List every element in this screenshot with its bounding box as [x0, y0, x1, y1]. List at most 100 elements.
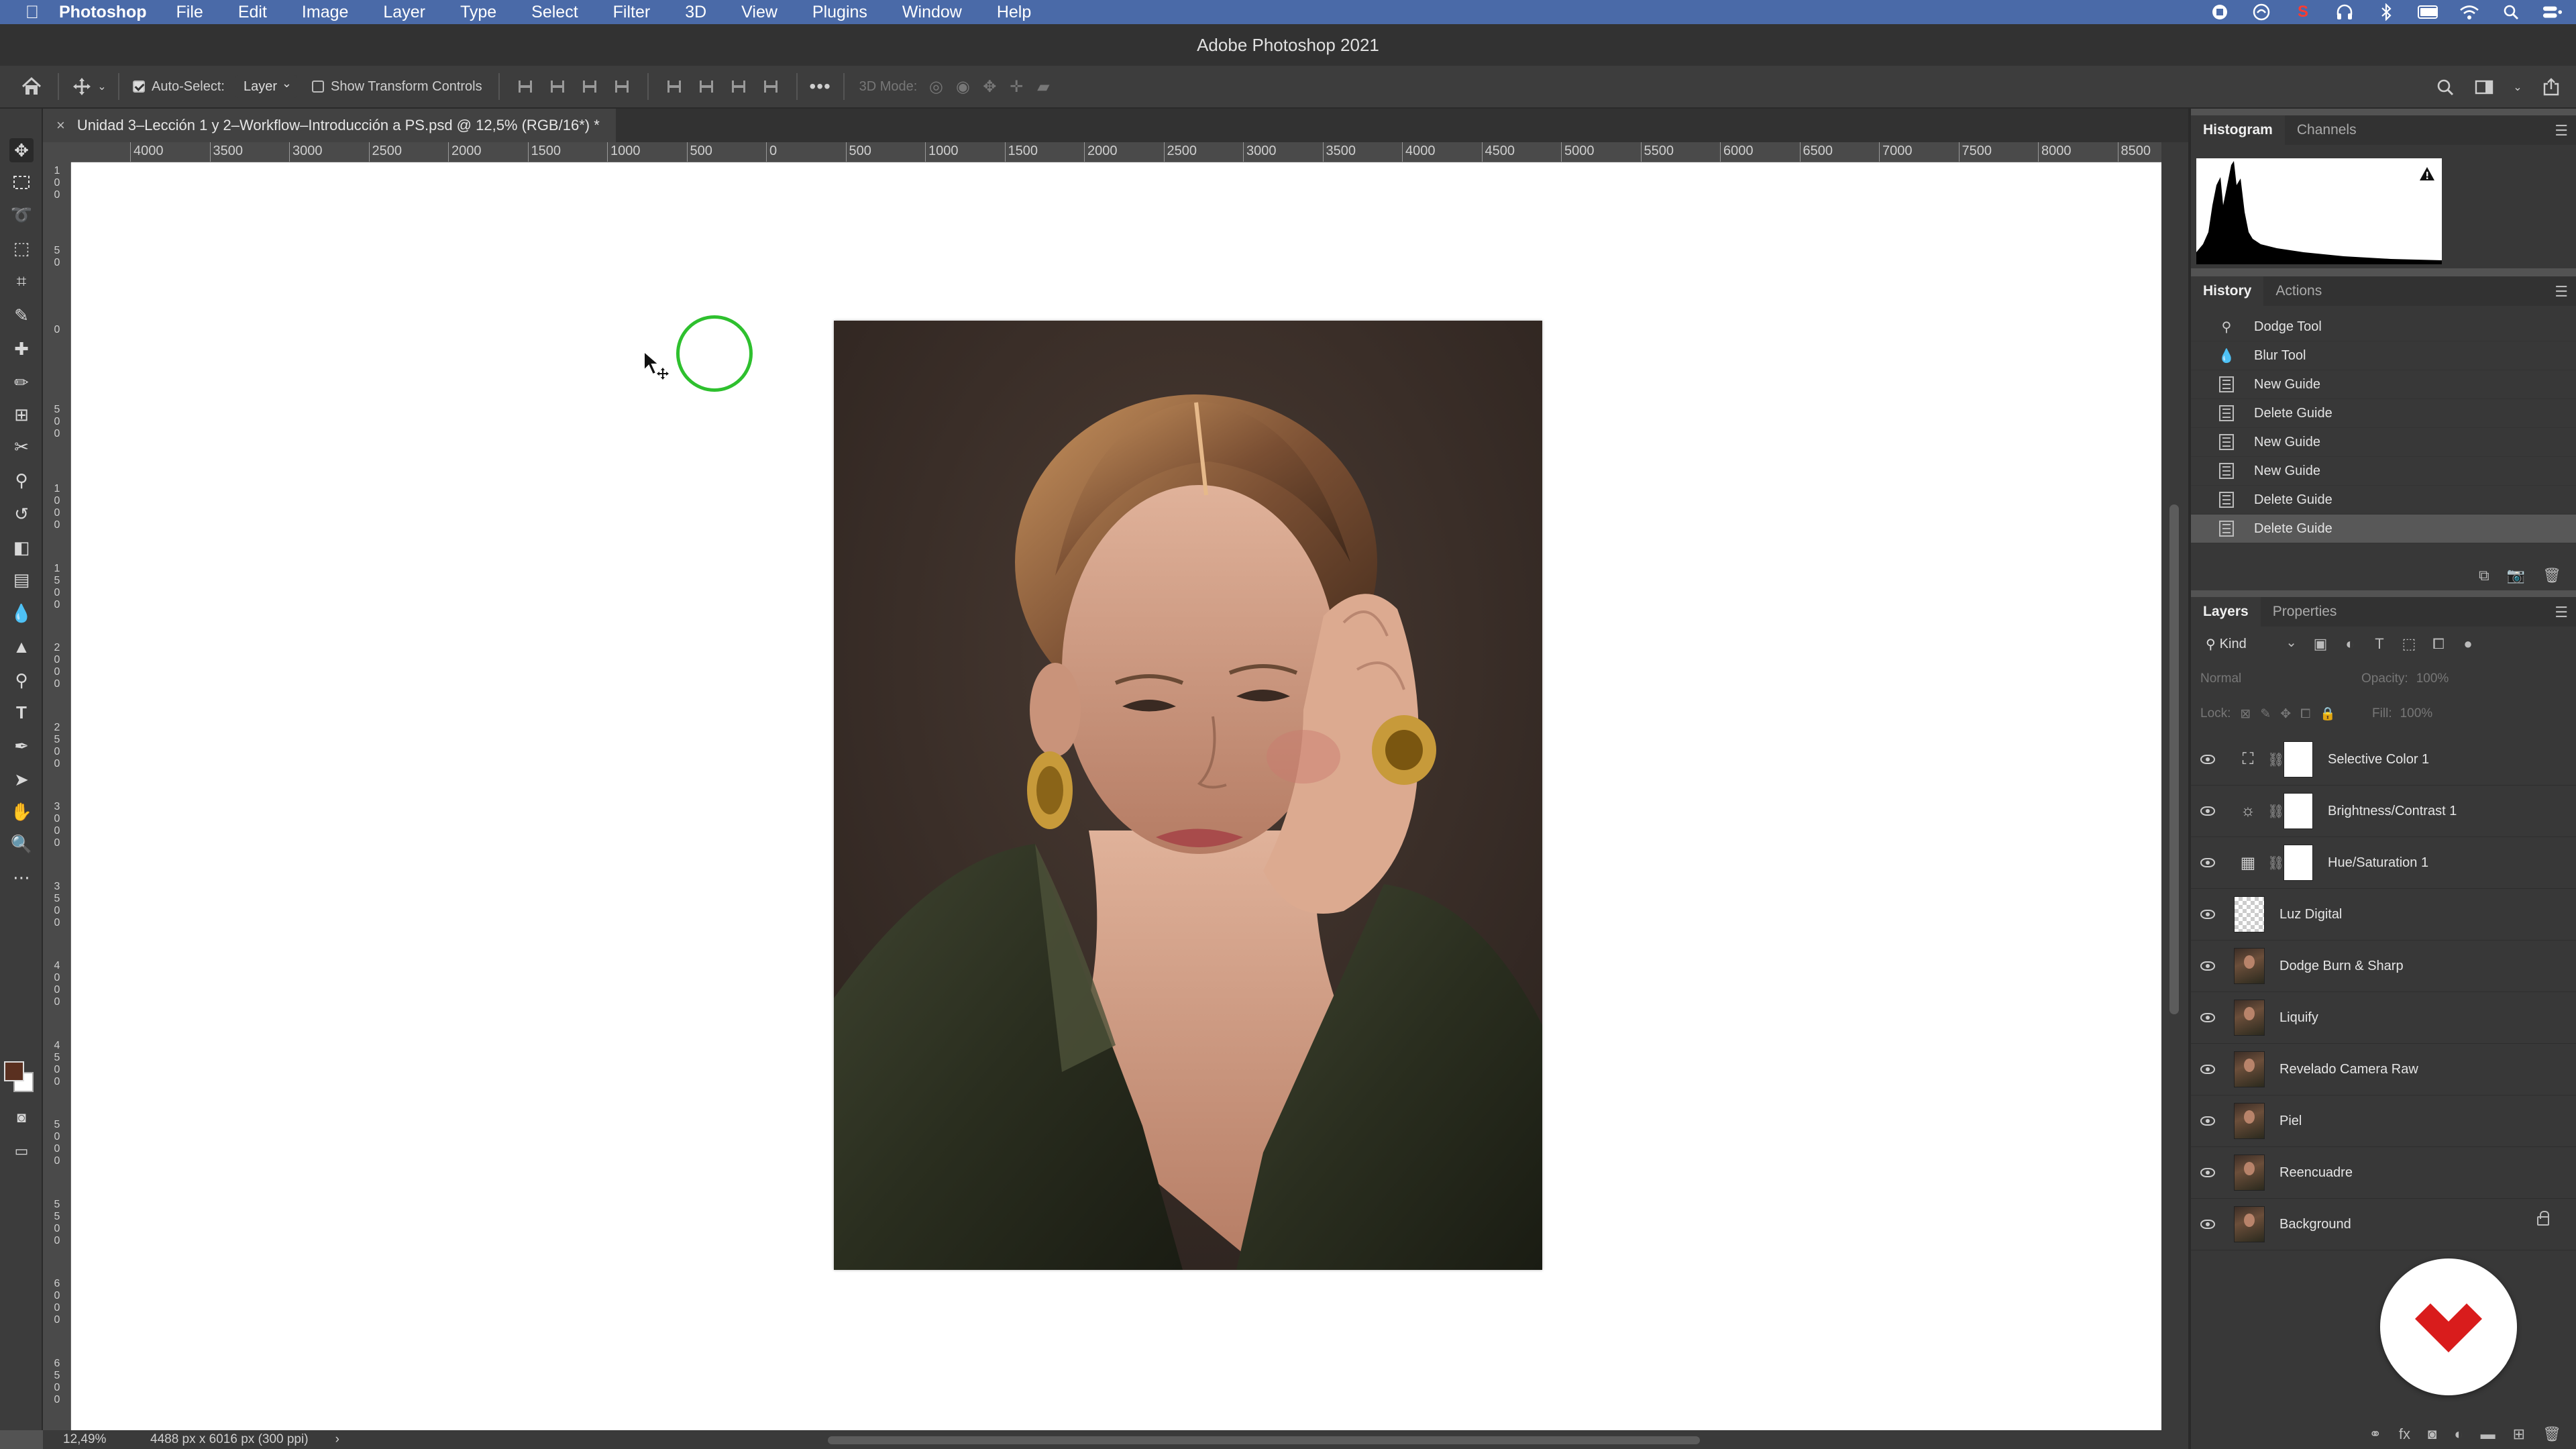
- layer-row[interactable]: Reencuadre: [2191, 1147, 2576, 1199]
- delete-layer-icon[interactable]: 🗑: [2542, 1426, 2561, 1443]
- menu-file[interactable]: File: [159, 3, 221, 22]
- history-item[interactable]: Delete Guide: [2191, 399, 2576, 428]
- filter-type-icon[interactable]: T: [2369, 634, 2390, 654]
- history-item[interactable]: Delete Guide: [2191, 486, 2576, 515]
- cloud-sync-icon[interactable]: [2251, 3, 2271, 21]
- align-bottom-edges-icon[interactable]: [729, 76, 749, 97]
- brightness-icon[interactable]: ☼: [2238, 801, 2258, 821]
- align-vertical-centers-icon[interactable]: [696, 76, 716, 97]
- opacity-value[interactable]: 100%: [2416, 672, 2449, 686]
- visibility-eye-icon[interactable]: [2191, 1065, 2224, 1074]
- snapshot-camera-icon[interactable]: 📷: [2507, 567, 2525, 584]
- visibility-eye-icon[interactable]: [2191, 858, 2224, 867]
- menu-select[interactable]: Select: [514, 3, 595, 22]
- screen-mode-icon[interactable]: ▭: [9, 1139, 34, 1163]
- layer-row[interactable]: Background: [2191, 1199, 2576, 1250]
- layer-row[interactable]: Dodge Burn & Sharp: [2191, 941, 2576, 992]
- mask-link-icon[interactable]: ⛓: [2267, 751, 2284, 768]
- move-tool-preset-icon[interactable]: [68, 73, 95, 100]
- layer-mask-thumbnail[interactable]: [2284, 741, 2313, 777]
- history-item[interactable]: New Guide: [2191, 457, 2576, 486]
- eraser-tool-icon[interactable]: ◧: [9, 535, 34, 559]
- blur-tool-icon[interactable]: 💧: [9, 601, 34, 625]
- zoom-tool-icon[interactable]: 🔍: [9, 832, 34, 856]
- history-item[interactable]: New Guide: [2191, 370, 2576, 399]
- menu-filter[interactable]: Filter: [596, 3, 668, 22]
- document-tab[interactable]: × Unidad 3–Lección 1 y 2–Workflow–Introd…: [43, 109, 616, 142]
- mask-link-icon[interactable]: ⛓: [2267, 803, 2284, 820]
- status-menu-arrow[interactable]: ›: [335, 1432, 339, 1447]
- menu-window[interactable]: Window: [885, 3, 979, 22]
- layer-thumbnail[interactable]: [2234, 1051, 2265, 1087]
- layer-thumbnail[interactable]: [2234, 1206, 2265, 1242]
- visibility-eye-icon[interactable]: [2191, 1168, 2224, 1177]
- path-selection-tool-icon[interactable]: ➤: [9, 767, 34, 792]
- dodge-tool-icon[interactable]: ⚲: [9, 668, 34, 692]
- hue-saturation-icon[interactable]: ▦: [2238, 853, 2258, 873]
- layer-thumbnail[interactable]: [2234, 1155, 2265, 1191]
- layer-thumbnail[interactable]: [2234, 1103, 2265, 1139]
- menu-app-name[interactable]: Photoshop: [59, 3, 147, 22]
- tab-history[interactable]: History: [2191, 276, 2264, 306]
- layer-row[interactable]: Luz Digital: [2191, 889, 2576, 941]
- type-tool-icon[interactable]: T: [9, 700, 34, 724]
- history-item[interactable]: New Guide: [2191, 428, 2576, 457]
- layer-row[interactable]: ▦ ⛓ Hue/Saturation 1: [2191, 837, 2576, 889]
- healing-brush-tool-icon[interactable]: ✚: [9, 337, 34, 361]
- layer-row[interactable]: Revelado Camera Raw: [2191, 1044, 2576, 1095]
- home-icon[interactable]: [15, 73, 48, 100]
- layer-name[interactable]: Piel: [2279, 1114, 2302, 1129]
- lasso-tool-icon[interactable]: ➰: [9, 203, 34, 227]
- vertical-ruler[interactable]: 1 0 0 5 0 0 5 0 0 1 0 0 0 1 5 0 0 2 0 0 0 2 5 0…: [43, 162, 71, 1430]
- workspace-icon[interactable]: [2473, 74, 2496, 101]
- filter-adjustment-icon[interactable]: ◐: [2340, 634, 2360, 654]
- document-canvas[interactable]: [71, 162, 2161, 1430]
- object-selection-tool-icon[interactable]: ⬚: [9, 236, 34, 260]
- show-transform-toggle[interactable]: Show Transform Controls: [305, 73, 489, 100]
- blend-mode-select[interactable]: Normal: [2200, 672, 2334, 686]
- tab-layers[interactable]: Layers: [2191, 597, 2261, 627]
- foreground-color-swatch[interactable]: [4, 1061, 24, 1081]
- more-tools-icon[interactable]: ⋯: [9, 865, 34, 890]
- horizontal-ruler[interactable]: 4000 3500 3000 2500 2000 1500 1000 500 0 500 1000 1…: [71, 142, 2161, 162]
- layer-name[interactable]: Liquify: [2279, 1010, 2318, 1026]
- layer-mask-thumbnail[interactable]: [2284, 793, 2313, 829]
- auto-select-checkbox[interactable]: [133, 80, 145, 93]
- layer-row[interactable]: Liquify: [2191, 992, 2576, 1044]
- auto-select-target-select[interactable]: Layer: [235, 75, 297, 98]
- history-item[interactable]: ⚲ Dodge Tool: [2191, 313, 2576, 341]
- visibility-eye-icon[interactable]: [2191, 1116, 2224, 1126]
- battery-icon[interactable]: [2418, 3, 2438, 21]
- history-item[interactable]: 💧 Blur Tool: [2191, 341, 2576, 370]
- align-left-edges-icon[interactable]: [515, 76, 535, 97]
- s-app-icon[interactable]: S: [2293, 3, 2313, 21]
- add-mask-icon[interactable]: ◙: [2428, 1426, 2436, 1443]
- tab-channels[interactable]: Channels: [2285, 115, 2369, 145]
- layer-mask-thumbnail[interactable]: [2284, 845, 2313, 881]
- lock-options-icon[interactable]: ⊠✎✥⧠🔒: [2240, 706, 2345, 722]
- close-icon[interactable]: ×: [56, 117, 65, 134]
- canvas-horizontal-scrollbar[interactable]: [828, 1436, 1700, 1444]
- bluetooth-icon[interactable]: [2376, 3, 2396, 21]
- brush-tool-icon[interactable]: ✏: [9, 370, 34, 394]
- visibility-eye-icon[interactable]: [2191, 1220, 2224, 1229]
- record-icon[interactable]: [2210, 3, 2230, 21]
- layer-row[interactable]: ☼ ⛓ Brightness/Contrast 1: [2191, 786, 2576, 837]
- wifi-icon[interactable]: [2459, 3, 2479, 21]
- layer-row[interactable]: Piel: [2191, 1095, 2576, 1147]
- control-center-icon[interactable]: [2542, 3, 2563, 21]
- visibility-eye-icon[interactable]: [2191, 961, 2224, 971]
- crop-tool-icon[interactable]: ⌗: [9, 270, 34, 294]
- workspace-chevron-icon[interactable]: ⌄: [2512, 74, 2524, 101]
- menu-view[interactable]: View: [724, 3, 795, 22]
- new-layer-icon[interactable]: ⊞: [2513, 1426, 2525, 1443]
- layer-thumbnail[interactable]: [2234, 1000, 2265, 1036]
- filter-shape-icon[interactable]: ⬚: [2399, 634, 2419, 654]
- frame-tool-icon[interactable]: ⊞: [9, 402, 34, 427]
- auto-select-toggle[interactable]: Auto-Select:: [129, 73, 229, 100]
- filter-pixel-icon[interactable]: ▣: [2310, 634, 2330, 654]
- filter-toggle-icon[interactable]: ●: [2458, 634, 2478, 654]
- history-brush-tool-icon[interactable]: ↺: [9, 502, 34, 526]
- spotlight-search-icon[interactable]: [2501, 3, 2521, 21]
- layer-filter-kind-select[interactable]: ⚲ Kind: [2200, 634, 2301, 654]
